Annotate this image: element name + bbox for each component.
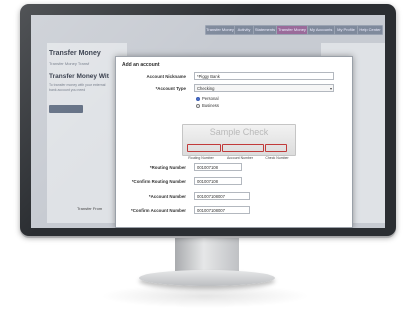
check-account-box bbox=[222, 144, 264, 152]
nav-tab-5[interactable]: My Accounts bbox=[307, 25, 335, 35]
screen: Transfer Money Activity Statements Trans… bbox=[31, 15, 385, 228]
radio-business[interactable]: Business bbox=[196, 103, 219, 108]
routing-number-label: *Routing Number bbox=[149, 165, 186, 170]
breadcrumb[interactable]: Transfer Money Transf bbox=[49, 61, 89, 66]
sample-check-image: Sample Check bbox=[182, 124, 296, 156]
radio-personal-label: Personal bbox=[202, 96, 219, 101]
account-caption: Account Number bbox=[226, 156, 254, 160]
confirm-routing-number-label: *Confirm Routing Number bbox=[131, 179, 186, 184]
add-account-dialog: Add an account Account Nickname *Piggy B… bbox=[115, 56, 353, 228]
nav-tab-7[interactable]: Help Center bbox=[357, 25, 383, 35]
monitor-frame: Transfer Money Activity Statements Trans… bbox=[20, 4, 396, 236]
routing-number-input[interactable]: 001007108 bbox=[194, 163, 242, 171]
transfer-from-label: Transfer From bbox=[77, 206, 103, 211]
check-routing-box bbox=[187, 144, 221, 152]
dialog-title: Add an account bbox=[122, 62, 160, 68]
account-type-value: Checking bbox=[197, 86, 215, 91]
page-title: Transfer Money bbox=[49, 50, 101, 57]
nav-tab-1[interactable]: Transfer Money bbox=[205, 25, 235, 35]
top-navigation: Transfer Money Activity Statements Trans… bbox=[31, 25, 385, 35]
confirm-account-number-label: *Confirm Account Number bbox=[131, 208, 186, 213]
radio-personal[interactable]: Personal bbox=[196, 96, 219, 101]
nav-tab-3[interactable]: Statements bbox=[253, 25, 277, 35]
check-number-box bbox=[265, 144, 287, 152]
stand-shadow bbox=[100, 284, 310, 308]
nav-tab-2[interactable]: Activity bbox=[234, 25, 254, 35]
account-number-label: *Account Number bbox=[148, 194, 186, 199]
account-nickname-label: Account Nickname bbox=[146, 74, 186, 79]
account-type-select[interactable]: Checking ▾ bbox=[194, 84, 334, 92]
monitor-stand-base bbox=[139, 270, 275, 286]
chevron-down-icon: ▾ bbox=[329, 86, 332, 91]
account-number-input[interactable]: 001007108007 bbox=[194, 192, 250, 200]
radio-unselected-icon bbox=[196, 103, 200, 108]
radio-selected-icon bbox=[196, 96, 200, 101]
check-number-caption: Check Number bbox=[265, 156, 289, 160]
nav-tab-4[interactable]: Transfer Money bbox=[276, 25, 308, 35]
background-button[interactable] bbox=[49, 105, 83, 113]
account-nickname-input[interactable]: *Piggy Bank bbox=[194, 72, 334, 80]
sample-check-title: Sample Check bbox=[209, 127, 269, 137]
confirm-routing-number-input[interactable]: 001007108 bbox=[194, 177, 242, 185]
section-description: To transfer money with your external ban… bbox=[49, 83, 106, 92]
routing-caption: Routing Number bbox=[188, 156, 214, 160]
nav-tab-6[interactable]: My Profile bbox=[334, 25, 358, 35]
confirm-account-number-input[interactable]: 001007108007 bbox=[194, 206, 250, 214]
account-type-label: *Account Type bbox=[155, 86, 186, 91]
section-title: Transfer Money Wit bbox=[49, 73, 109, 80]
radio-business-label: Business bbox=[202, 103, 219, 108]
